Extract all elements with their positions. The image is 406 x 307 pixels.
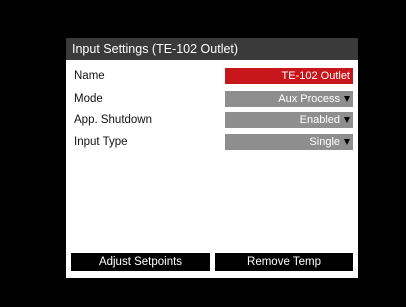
input-settings-dialog: Input Settings (TE-102 Outlet) Name TE-1… bbox=[66, 38, 358, 278]
mode-label: Mode bbox=[74, 93, 103, 105]
dialog-title: Input Settings (TE-102 Outlet) bbox=[66, 38, 358, 60]
chevron-down-icon bbox=[344, 139, 350, 145]
input-type-label: Input Type bbox=[74, 136, 128, 148]
input-type-select[interactable]: Single bbox=[225, 134, 353, 150]
remove-temp-button[interactable]: Remove Temp bbox=[215, 253, 353, 271]
name-label: Name bbox=[74, 70, 105, 82]
field-row-app-shutdown: App. Shutdown Enabled bbox=[66, 111, 358, 129]
chevron-down-icon bbox=[344, 96, 350, 102]
app-shutdown-select[interactable]: Enabled bbox=[225, 112, 353, 128]
mode-value: Aux Process bbox=[278, 93, 340, 105]
input-type-value: Single bbox=[309, 136, 340, 148]
app-shutdown-value: Enabled bbox=[299, 114, 340, 126]
field-row-mode: Mode Aux Process bbox=[66, 90, 358, 108]
name-field[interactable]: TE-102 Outlet bbox=[225, 68, 353, 84]
app-shutdown-label: App. Shutdown bbox=[74, 114, 153, 126]
mode-select[interactable]: Aux Process bbox=[225, 91, 353, 107]
field-row-input-type: Input Type Single bbox=[66, 133, 358, 151]
field-row-name: Name TE-102 Outlet bbox=[66, 67, 358, 85]
name-value: TE-102 Outlet bbox=[281, 70, 350, 82]
chevron-down-icon bbox=[344, 117, 350, 123]
adjust-setpoints-button[interactable]: Adjust Setpoints bbox=[71, 253, 210, 271]
